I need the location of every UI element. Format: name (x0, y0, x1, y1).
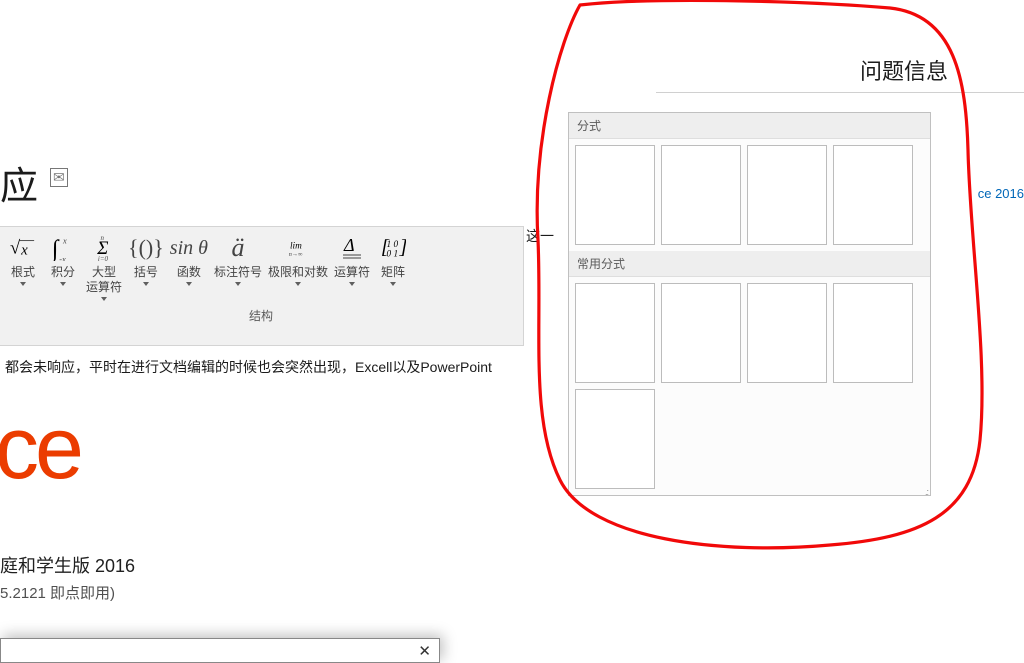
page-title: 应 (0, 155, 38, 210)
ribbon-item-1[interactable]: ∫x-x积分 (43, 233, 83, 286)
gallery-section-header-fractions: 分式 (569, 113, 930, 139)
ribbon-item-label: 极限和对数 (268, 265, 328, 280)
close-icon[interactable]: ✕ (418, 642, 431, 660)
ribbon-group-label: 结构 (0, 307, 523, 324)
chevron-down-icon (349, 282, 355, 286)
svg-text:n: n (101, 235, 105, 242)
ribbon-item-label: 括号 (134, 265, 158, 280)
common-fraction-item[interactable] (575, 283, 655, 383)
svg-text:Δ: Δ (343, 235, 355, 255)
body-text-fragment-below: 都会未响应，平时在进行文档编辑的时候也会突然出现，Excell以及PowerPo… (5, 357, 492, 377)
chevron-down-icon (20, 282, 26, 286)
ribbon-item-4[interactable]: sin θ 函数 (167, 233, 211, 286)
equation-icon: ä (231, 233, 244, 263)
envelope-icon[interactable]: ✉ (50, 168, 68, 187)
svg-text:x: x (62, 236, 67, 245)
ribbon-item-0[interactable]: √x 根式 (3, 233, 43, 286)
equation-icon: []1 00 1 (380, 233, 406, 263)
fraction-template-item[interactable] (747, 145, 827, 245)
fraction-template-item[interactable] (661, 145, 741, 245)
equation-icon: limn→∞ (285, 233, 311, 263)
ribbon-item-6[interactable]: limn→∞ 极限和对数 (265, 233, 331, 286)
fraction-template-item[interactable] (833, 145, 913, 245)
equation-ribbon: √x根式∫x-x积分Σni=0大型运算符{()}括号sin θ函数ä标注符号li… (0, 226, 524, 346)
equation-icon: Σni=0 (91, 233, 117, 263)
product-edition: 庭和学生版 2016 (0, 552, 135, 578)
chevron-down-icon (390, 282, 396, 286)
office-logo: ce (0, 397, 80, 499)
equation-icon: sin θ (170, 233, 208, 263)
chevron-down-icon (143, 282, 149, 286)
svg-text:x: x (20, 243, 28, 259)
sidebar-title: 问题信息 (860, 54, 948, 86)
chevron-down-icon (186, 282, 192, 286)
product-build: 5.2121 即点即用) (0, 582, 115, 603)
body-text-fragment-right: 这一 (526, 226, 554, 246)
common-fraction-item[interactable] (575, 389, 655, 489)
ribbon-item-8[interactable]: []1 00 1 矩阵 (373, 233, 413, 286)
svg-text:-x: -x (59, 255, 66, 261)
gallery-section-header-common-fractions: 常用分式 (569, 251, 930, 277)
ribbon-item-3[interactable]: {()} 括号 (125, 233, 167, 286)
svg-text:i=0: i=0 (98, 256, 109, 261)
resize-handle-icon[interactable] (918, 485, 928, 495)
svg-text:lim: lim (290, 242, 302, 252)
side-link[interactable]: ce 2016 (978, 186, 1024, 201)
sidebar-divider (656, 92, 1024, 93)
equation-icon: Δ (339, 233, 365, 263)
ribbon-item-label: 矩阵 (381, 265, 405, 280)
dialog-titlebar: ✕ (0, 638, 440, 663)
ribbon-item-2[interactable]: Σni=0大型运算符 (83, 233, 125, 301)
ribbon-item-label: 大型运算符 (86, 265, 122, 295)
ribbon-item-label: 标注符号 (214, 265, 262, 280)
chevron-down-icon (235, 282, 241, 286)
ribbon-item-label: 运算符 (334, 265, 370, 280)
ribbon-item-label: 函数 (177, 265, 201, 280)
ribbon-item-label: 积分 (51, 265, 75, 280)
common-fraction-item[interactable] (833, 283, 913, 383)
ribbon-item-5[interactable]: ä 标注符号 (211, 233, 265, 286)
equation-icon: {()} (128, 233, 164, 263)
svg-text:n→∞: n→∞ (289, 251, 303, 258)
chevron-down-icon (101, 297, 107, 301)
svg-text:]: ] (399, 237, 407, 259)
equation-icon: ∫x-x (50, 233, 76, 263)
fraction-template-item[interactable] (575, 145, 655, 245)
svg-text:0 1: 0 1 (387, 249, 399, 259)
chevron-down-icon (295, 282, 301, 286)
ribbon-item-label: 根式 (11, 265, 35, 280)
equation-icon: √x (10, 233, 36, 263)
chevron-down-icon (60, 282, 66, 286)
fraction-gallery: 分式 常用分式 (568, 112, 931, 496)
common-fraction-item[interactable] (661, 283, 741, 383)
ribbon-item-7[interactable]: Δ 运算符 (331, 233, 373, 286)
common-fraction-item[interactable] (747, 283, 827, 383)
